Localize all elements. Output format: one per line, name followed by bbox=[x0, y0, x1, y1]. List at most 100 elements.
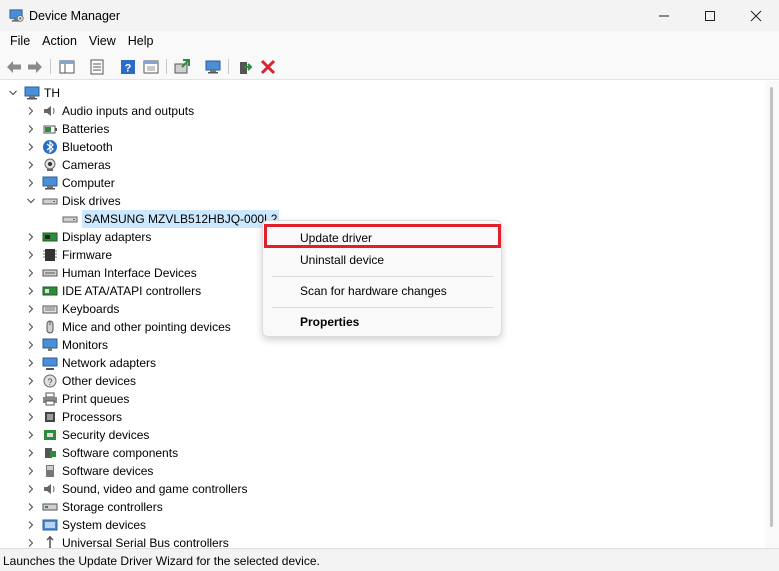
monitor-icon bbox=[42, 337, 58, 353]
vertical-scrollbar[interactable] bbox=[765, 81, 779, 548]
menu-action[interactable]: Action bbox=[36, 31, 83, 53]
expand-arrow-icon[interactable] bbox=[26, 250, 36, 260]
expand-arrow-icon[interactable] bbox=[26, 412, 36, 422]
help-button[interactable]: ? bbox=[118, 57, 138, 76]
usb-icon bbox=[42, 535, 58, 548]
tree-item-label: Bluetooth bbox=[62, 140, 113, 154]
tree-item-label: Mice and other pointing devices bbox=[62, 320, 231, 334]
toolbar: ? bbox=[0, 53, 779, 80]
minimize-icon bbox=[659, 15, 669, 16]
minimize-button[interactable] bbox=[641, 0, 687, 31]
hid-icon bbox=[42, 265, 58, 281]
tree-item-category[interactable]: Disk drives bbox=[26, 192, 121, 210]
expand-arrow-icon[interactable] bbox=[26, 106, 36, 116]
tree-item-label: Cameras bbox=[62, 158, 111, 172]
software-component-icon bbox=[42, 445, 58, 461]
tree-item-category[interactable]: Computer bbox=[26, 174, 115, 192]
view-options-button[interactable] bbox=[141, 57, 161, 76]
tree-item-category[interactable]: Bluetooth bbox=[26, 138, 113, 156]
tree-item-label: System devices bbox=[62, 518, 147, 532]
context-item-scan-hardware[interactable]: Scan for hardware changes bbox=[263, 280, 501, 302]
expand-arrow-icon[interactable] bbox=[26, 538, 36, 548]
expand-arrow-icon[interactable] bbox=[26, 502, 36, 512]
expand-arrow-icon[interactable] bbox=[26, 430, 36, 440]
expand-arrow-icon[interactable] bbox=[26, 160, 36, 170]
display-adapter-icon bbox=[42, 229, 58, 245]
tree-item-category[interactable]: Software devices bbox=[26, 462, 153, 480]
tree-item-category[interactable]: Firmware bbox=[26, 246, 112, 264]
tree-root[interactable]: TH bbox=[8, 84, 60, 102]
tree-item-category[interactable]: Human Interface Devices bbox=[26, 264, 197, 282]
context-item-update-driver[interactable]: Update driver bbox=[263, 227, 501, 249]
tree-item-category[interactable]: Batteries bbox=[26, 120, 109, 138]
disk-drive-icon bbox=[42, 193, 58, 209]
tree-item-category[interactable]: Print queues bbox=[26, 390, 129, 408]
expand-arrow-icon[interactable] bbox=[26, 448, 36, 458]
tree-item-label: Other devices bbox=[62, 374, 137, 388]
tree-item-category[interactable]: Processors bbox=[26, 408, 122, 426]
expand-arrow-icon[interactable] bbox=[26, 484, 36, 494]
tree-item-device[interactable]: SAMSUNG MZVLB512HBJQ-000L2 bbox=[62, 210, 280, 228]
close-button[interactable] bbox=[733, 0, 779, 31]
update-driver-button[interactable] bbox=[172, 57, 192, 76]
collapse-arrow-icon[interactable] bbox=[8, 88, 18, 98]
tree-item-category[interactable]: Cameras bbox=[26, 156, 111, 174]
expand-arrow-icon[interactable] bbox=[26, 124, 36, 134]
tree-item-category[interactable]: IDE ATA/ATAPI controllers bbox=[26, 282, 201, 300]
tree-item-category[interactable]: System devices bbox=[26, 516, 146, 534]
tree-item-category[interactable]: Monitors bbox=[26, 336, 108, 354]
forward-button[interactable] bbox=[25, 57, 45, 76]
scrollbar-thumb[interactable] bbox=[770, 87, 773, 527]
tree-item-category[interactable]: Mice and other pointing devices bbox=[26, 318, 231, 336]
expand-arrow-icon[interactable] bbox=[26, 322, 36, 332]
expand-arrow-icon[interactable] bbox=[26, 358, 36, 368]
expand-arrow-icon[interactable] bbox=[26, 304, 36, 314]
expand-arrow-icon[interactable] bbox=[26, 178, 36, 188]
battery-icon bbox=[42, 121, 58, 137]
context-item-properties[interactable]: Properties bbox=[263, 311, 501, 333]
tree-item-label: Monitors bbox=[62, 338, 109, 352]
svg-text:?: ? bbox=[125, 62, 132, 74]
sound-controller-icon bbox=[42, 481, 58, 497]
scan-hardware-button[interactable] bbox=[203, 57, 223, 76]
expand-arrow-icon[interactable] bbox=[26, 232, 36, 242]
collapse-arrow-icon[interactable] bbox=[26, 196, 36, 206]
tree-item-category[interactable]: Keyboards bbox=[26, 300, 119, 318]
context-item-uninstall-device[interactable]: Uninstall device bbox=[263, 249, 501, 271]
mouse-icon bbox=[42, 319, 58, 335]
tree-item-label: Keyboards bbox=[62, 302, 120, 316]
expand-arrow-icon[interactable] bbox=[26, 142, 36, 152]
show-hide-tree-button[interactable] bbox=[57, 57, 77, 76]
tree-item-category[interactable]: Universal Serial Bus controllers bbox=[26, 534, 229, 548]
tree-item-category[interactable]: Network adapters bbox=[26, 354, 156, 372]
bluetooth-icon bbox=[42, 139, 58, 155]
properties-button[interactable] bbox=[87, 57, 107, 76]
expand-arrow-icon[interactable] bbox=[26, 268, 36, 278]
back-button[interactable] bbox=[4, 57, 24, 76]
storage-controller-icon bbox=[42, 499, 58, 515]
tree-item-category[interactable]: Storage controllers bbox=[26, 498, 163, 516]
context-menu: Update driver Uninstall device Scan for … bbox=[262, 220, 502, 337]
enable-device-button[interactable] bbox=[235, 57, 255, 76]
tree-item-category[interactable]: Audio inputs and outputs bbox=[26, 102, 194, 120]
menu-file[interactable]: File bbox=[4, 31, 36, 53]
expand-arrow-icon[interactable] bbox=[26, 394, 36, 404]
expand-arrow-icon[interactable] bbox=[26, 466, 36, 476]
expand-arrow-icon[interactable] bbox=[26, 376, 36, 386]
tree-item-category[interactable]: Security devices bbox=[26, 426, 149, 444]
title-bar: Device Manager bbox=[0, 0, 779, 31]
tree-item-device-label: SAMSUNG MZVLB512HBJQ-000L2 bbox=[82, 210, 280, 228]
tree-item-category[interactable]: ? Other devices bbox=[26, 372, 136, 390]
tree-item-label: Firmware bbox=[62, 248, 112, 262]
menu-help[interactable]: Help bbox=[122, 31, 160, 53]
tree-item-category[interactable]: Display adapters bbox=[26, 228, 151, 246]
maximize-button[interactable] bbox=[687, 0, 733, 31]
menu-view[interactable]: View bbox=[83, 31, 122, 53]
scan-hardware-icon bbox=[205, 60, 221, 73]
expand-arrow-icon[interactable] bbox=[26, 520, 36, 530]
expand-arrow-icon[interactable] bbox=[26, 286, 36, 296]
tree-item-category[interactable]: Sound, video and game controllers bbox=[26, 480, 247, 498]
expand-arrow-icon[interactable] bbox=[26, 340, 36, 350]
tree-item-category[interactable]: Software components bbox=[26, 444, 178, 462]
uninstall-device-button[interactable] bbox=[258, 57, 278, 76]
